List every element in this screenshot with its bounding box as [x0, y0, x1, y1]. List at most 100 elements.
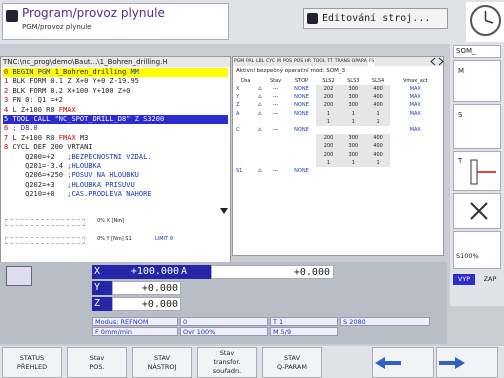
program-line[interactable]: 3 FN 0: Q1 =+2	[3, 96, 228, 105]
fs-cell: ⚠	[257, 94, 263, 101]
program-line[interactable]: 0 BEGIN PGM 1_Bohren_drilling MM	[3, 68, 228, 77]
line-text: M3	[75, 133, 89, 142]
status-tab[interactable]: TRANS	[334, 57, 351, 66]
fs-header: STOP	[294, 78, 309, 84]
axis-x-label: X	[92, 265, 112, 279]
status-tab[interactable]: PGM	[233, 57, 245, 66]
override-box[interactable]: S100%	[453, 231, 501, 269]
softkey-4[interactable]: Stav transfor. souřadn.	[197, 347, 257, 378]
program-line[interactable]: 8 CYCL DEF 200 VRTANI	[3, 143, 228, 152]
som-indicator[interactable]: SOM_	[453, 45, 501, 58]
fs-cell: 400	[365, 85, 391, 94]
fs-cell: Y	[236, 94, 240, 101]
line-text: BEGIN PGM	[12, 68, 55, 76]
program-line[interactable]: 1 BLK FORM 0.1 Z X+0 Y+0 Z-19.95	[3, 77, 228, 86]
fs-cell: NONE	[294, 102, 309, 109]
status-tab[interactable]: POS HR	[293, 57, 312, 66]
softkey-forward[interactable]	[436, 347, 498, 378]
arrow-right-icon	[439, 356, 465, 369]
fs-row: Y ⚠ --- NONE 200 300 400 MAX	[236, 93, 440, 102]
line-text: Q200=+2	[16, 152, 68, 161]
position-display: X +100.000 Y +0.000 Z +0.000 A +0.000 Modus: …	[0, 262, 447, 344]
fs-cell	[264, 142, 286, 150]
line-text: Q210=+0	[16, 190, 68, 199]
line-number	[4, 181, 17, 189]
program-line[interactable]: 5 TOOL CALL "NC_SPOT_DRILL_D8" Z S3200	[3, 115, 228, 124]
softkey-5[interactable]: STAV Q-PARAM	[262, 347, 322, 378]
status-tab[interactable]: POS	[282, 57, 293, 66]
tools-icon	[470, 202, 488, 220]
line-text: MM	[126, 68, 139, 76]
program-line[interactable]: Q206=+250 ;POSUV NA HLOUBKU	[3, 171, 228, 180]
program-line[interactable]: 2 BLK FORM 0.2 X+100 Y+100 Z+0	[3, 87, 228, 96]
softkey-1[interactable]: STATUS PŘEHLED	[2, 347, 62, 378]
settings-box[interactable]	[453, 193, 501, 229]
line-number	[4, 190, 17, 198]
status-tab[interactable]: TT	[326, 57, 333, 66]
fs-cell	[236, 142, 255, 150]
fs-cell: ---	[272, 86, 279, 93]
zap-button[interactable]: ZAP	[479, 274, 501, 285]
status-tab[interactable]: TOOL	[312, 57, 326, 66]
program-line[interactable]: Q210=+0 ;CAS.PRODLEVA NAHORE	[3, 190, 228, 199]
fs-cell: 1	[365, 158, 391, 167]
fs-cell: 1	[340, 158, 366, 167]
fs-cell	[366, 126, 391, 134]
fs-cell	[390, 151, 440, 159]
program-line[interactable]: 7 L Z+100 R0 FMAX M3	[3, 134, 228, 143]
fs-cell: ---	[272, 167, 279, 174]
edit-mode-title: Editování stroj...	[322, 13, 431, 24]
fs-cell	[287, 134, 316, 142]
line-text: L Z+100 R0	[12, 133, 59, 142]
status-tab[interactable]: OPARA	[351, 57, 368, 66]
softkey-label: transfor.	[213, 358, 241, 366]
fs-cell: 1	[316, 158, 341, 167]
tool-field: T 1	[270, 317, 338, 326]
status-tab[interactable]: CYC	[265, 57, 276, 66]
status-tab[interactable]: FS	[367, 57, 376, 66]
status-tab[interactable]: LBL	[255, 57, 265, 66]
softkey-label: PŘEHLED	[16, 362, 48, 371]
softkey-label: STAV	[283, 353, 301, 362]
fs-cell: 1	[340, 109, 366, 118]
line-text: FMAX	[58, 133, 76, 142]
spindle-box[interactable]: S	[453, 104, 501, 149]
line-text: ;BEZPECNOSTNI VZDAL.	[67, 152, 152, 161]
softkey-back[interactable]	[372, 347, 434, 378]
program-line[interactable]: Q202=+3 ;HLOUBKA PRISUVU	[3, 181, 228, 190]
edit-mode-tab[interactable]: Editování stroj...	[303, 8, 448, 29]
tab-scroll-icon[interactable]	[430, 57, 444, 66]
status-tabs[interactable]: PGM PAL LBL CYC M POS POS HR TOOL TT TRANS OPARA FS	[233, 57, 443, 66]
status-tab[interactable]: PAL	[245, 57, 255, 66]
tool-box[interactable]: T	[453, 151, 501, 191]
fs-cell: 400	[365, 93, 391, 102]
arrow-left-icon	[375, 356, 401, 369]
line-text: ;HLOUBKA	[67, 162, 101, 170]
softkey-bar: STATUS PŘEHLED Stav POS. STAV NÁSTROJ Stav tran…	[0, 346, 504, 378]
m-function-box[interactable]: M	[453, 60, 501, 102]
zero-field: 0	[180, 317, 268, 326]
fs-cell: 400	[365, 150, 391, 159]
softkey-label: souřadn.	[212, 367, 242, 375]
vyp-button[interactable]: VYP	[453, 274, 475, 285]
fs-cell: ---	[272, 102, 279, 109]
program-line[interactable]: Q200=+2 ;BEZPECNOSTNI VZDAL.	[3, 153, 228, 162]
fs-cell	[255, 134, 264, 142]
fs-cell: NONE	[294, 127, 309, 134]
softkey-2[interactable]: Stav POS.	[67, 347, 127, 378]
line-number	[4, 153, 17, 161]
scroll-down-icon[interactable]	[219, 207, 229, 215]
program-line[interactable]: 6 ; D8.0	[3, 124, 228, 133]
softkey-3[interactable]: STAV NÁSTROJ	[132, 347, 192, 378]
tool-icon	[470, 159, 496, 185]
operating-mode-tab[interactable]: Program/provoz plynule PGM/provoz plynul…	[2, 3, 229, 40]
fs-cell	[390, 159, 440, 167]
fs-cell: 1	[365, 117, 391, 126]
program-line[interactable]: Q201=-3.4 ;HLOUBKA	[3, 162, 228, 171]
program-line[interactable]: 4 L Z+100 R0 FMAX	[3, 106, 228, 115]
program-panel[interactable]: TNC:\nc_prog\demo\Baut...\1_Bohren_drill…	[0, 56, 231, 274]
fs-cell: ---	[272, 94, 279, 101]
mode-subtitle: PGM/provoz plynule	[22, 23, 92, 31]
fs-cell: NONE	[294, 86, 309, 93]
fs-cell	[264, 134, 286, 142]
